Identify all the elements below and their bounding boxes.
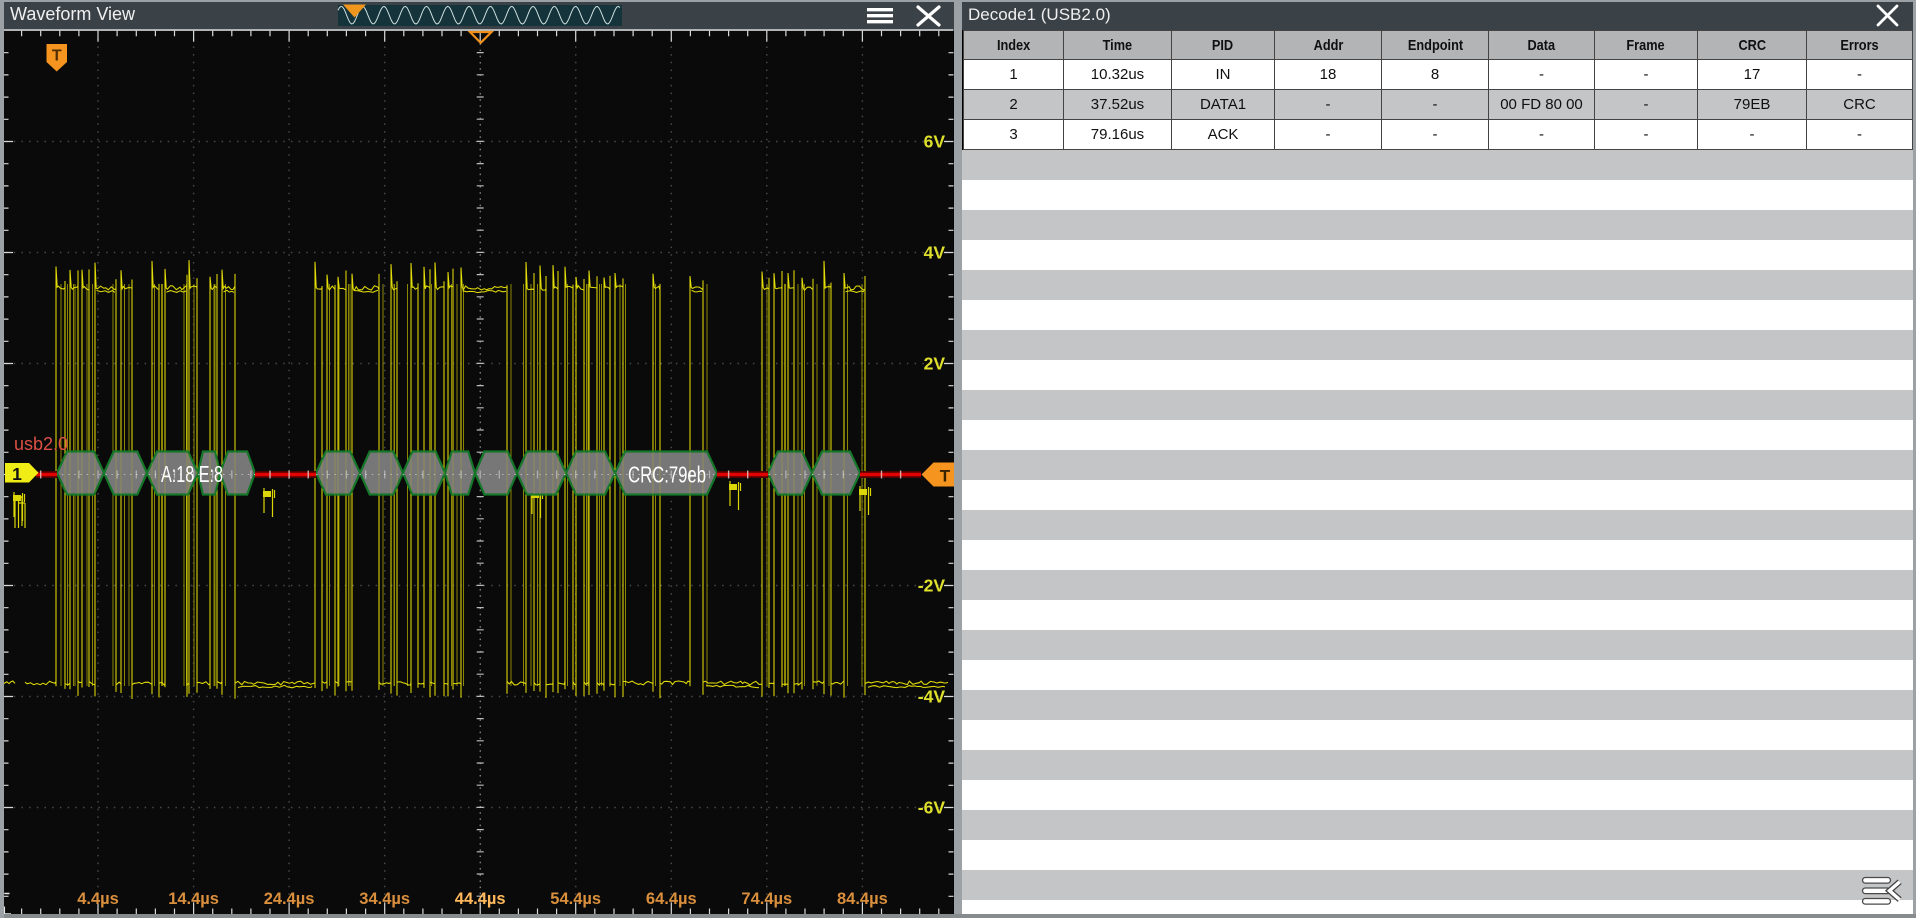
svg-text:1: 1 (12, 464, 22, 484)
svg-text:usb2.0: usb2.0 (14, 434, 68, 454)
svg-text:-4V: -4V (918, 687, 946, 707)
svg-text:4V: 4V (924, 243, 946, 263)
svg-text:64.4µs: 64.4µs (646, 890, 697, 908)
svg-text:34.4µs: 34.4µs (359, 890, 410, 908)
svg-text:24.4µs: 24.4µs (264, 890, 315, 908)
svg-text:74.4µs: 74.4µs (741, 890, 792, 908)
svg-text:T: T (52, 48, 62, 65)
svg-text:84.4µs: 84.4µs (837, 890, 888, 908)
svg-text:-6V: -6V (918, 798, 946, 818)
svg-text:14.4µs: 14.4µs (168, 890, 219, 908)
svg-text:2V: 2V (924, 354, 946, 374)
svg-text:-2V: -2V (918, 576, 946, 596)
svg-text:44.4µs: 44.4µs (455, 890, 506, 908)
svg-text:54.4µs: 54.4µs (550, 890, 601, 908)
svg-text:T: T (940, 467, 951, 486)
svg-text:A:18 E:8: A:18 E:8 (161, 461, 223, 487)
svg-text:4.4µs: 4.4µs (77, 890, 119, 908)
svg-text:CRC:79eb: CRC:79eb (628, 462, 706, 488)
svg-text:6V: 6V (924, 132, 946, 152)
